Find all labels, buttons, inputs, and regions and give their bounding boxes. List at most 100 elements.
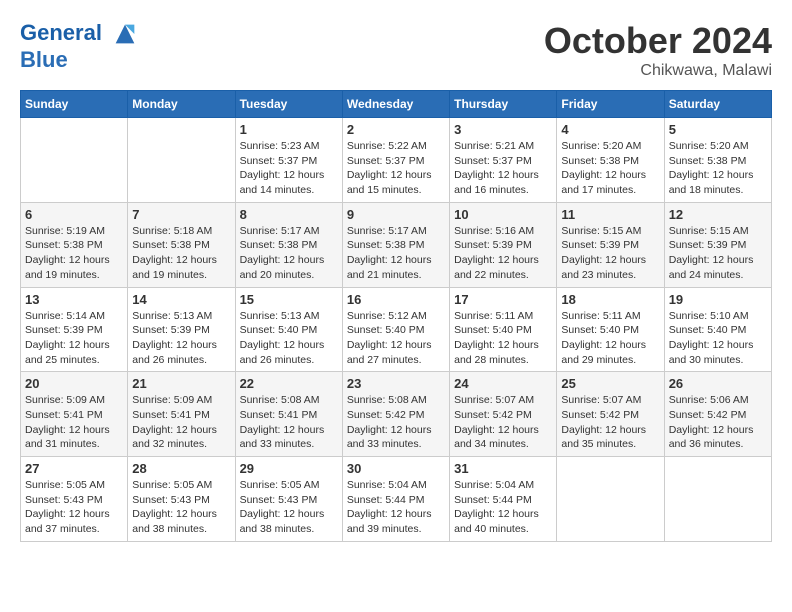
- day-number: 11: [561, 207, 659, 222]
- logo-general: General: [20, 20, 102, 45]
- calendar-cell: 24 Sunrise: 5:07 AM Sunset: 5:42 PM Dayli…: [450, 372, 557, 457]
- day-info: Sunrise: 5:10 AM Sunset: 5:40 PM Dayligh…: [669, 309, 767, 368]
- day-number: 3: [454, 122, 552, 137]
- calendar-cell: 26Sunrise: 5:06 AM Sunset: 5:42 PM Dayli…: [664, 372, 771, 457]
- weekday-header-friday: Friday: [557, 91, 664, 118]
- weekday-row: SundayMondayTuesdayWednesdayThursdayFrid…: [21, 91, 772, 118]
- day-info: Sunrise: 5:21 AM Sunset: 5:37 PM Dayligh…: [454, 139, 552, 198]
- day-number: 5: [669, 122, 767, 137]
- calendar-cell: 27 Sunrise: 5:05 AM Sunset: 5:43 PM Dayli…: [21, 457, 128, 542]
- weekday-header-sunday: Sunday: [21, 91, 128, 118]
- calendar-cell: 21Sunrise: 5:09 AM Sunset: 5:41 PM Dayli…: [128, 372, 235, 457]
- day-number: 2: [347, 122, 445, 137]
- day-info: Sunrise: 5:12 AM Sunset: 5:40 PM Dayligh…: [347, 309, 445, 368]
- day-number: 9: [347, 207, 445, 222]
- calendar-cell: 6 Sunrise: 5:19 AM Sunset: 5:38 PM Daylig…: [21, 202, 128, 287]
- day-number: 12: [669, 207, 767, 222]
- weekday-header-thursday: Thursday: [450, 91, 557, 118]
- weekday-header-tuesday: Tuesday: [235, 91, 342, 118]
- calendar-cell: [557, 457, 664, 542]
- calendar-cell: 11Sunrise: 5:15 AM Sunset: 5:39 PM Dayli…: [557, 202, 664, 287]
- calendar-cell: 18 Sunrise: 5:11 AM Sunset: 5:40 PM Dayli…: [557, 287, 664, 372]
- day-info: Sunrise: 5:17 AM Sunset: 5:38 PM Dayligh…: [347, 224, 445, 283]
- title-block: October 2024 Chikwawa, Malawi: [544, 20, 772, 80]
- calendar-cell: 15Sunrise: 5:13 AM Sunset: 5:40 PM Dayli…: [235, 287, 342, 372]
- calendar-cell: 28 Sunrise: 5:05 AM Sunset: 5:43 PM Dayli…: [128, 457, 235, 542]
- day-info: Sunrise: 5:04 AM Sunset: 5:44 PM Dayligh…: [454, 478, 552, 537]
- logo: General Blue: [20, 20, 139, 72]
- day-number: 17: [454, 292, 552, 307]
- day-number: 30: [347, 461, 445, 476]
- calendar-table: SundayMondayTuesdayWednesdayThursdayFrid…: [20, 90, 772, 542]
- day-info: Sunrise: 5:20 AM Sunset: 5:38 PM Dayligh…: [561, 139, 659, 198]
- day-info: Sunrise: 5:07 AM Sunset: 5:42 PM Dayligh…: [454, 393, 552, 452]
- day-info: Sunrise: 5:19 AM Sunset: 5:38 PM Dayligh…: [25, 224, 123, 283]
- day-info: Sunrise: 5:08 AM Sunset: 5:42 PM Dayligh…: [347, 393, 445, 452]
- logo-text: General: [20, 20, 139, 48]
- day-info: Sunrise: 5:20 AM Sunset: 5:38 PM Dayligh…: [669, 139, 767, 198]
- day-info: Sunrise: 5:17 AM Sunset: 5:38 PM Dayligh…: [240, 224, 338, 283]
- day-number: 31: [454, 461, 552, 476]
- day-info: Sunrise: 5:23 AM Sunset: 5:37 PM Dayligh…: [240, 139, 338, 198]
- day-number: 14: [132, 292, 230, 307]
- calendar-week-2: 6 Sunrise: 5:19 AM Sunset: 5:38 PM Daylig…: [21, 202, 772, 287]
- calendar-cell: 4 Sunrise: 5:20 AM Sunset: 5:38 PM Daylig…: [557, 118, 664, 203]
- calendar-cell: 23 Sunrise: 5:08 AM Sunset: 5:42 PM Dayli…: [342, 372, 449, 457]
- calendar-week-1: 1Sunrise: 5:23 AM Sunset: 5:37 PM Daylig…: [21, 118, 772, 203]
- day-number: 6: [25, 207, 123, 222]
- calendar-cell: 16 Sunrise: 5:12 AM Sunset: 5:40 PM Dayli…: [342, 287, 449, 372]
- calendar-cell: 14Sunrise: 5:13 AM Sunset: 5:39 PM Dayli…: [128, 287, 235, 372]
- calendar-cell: 31 Sunrise: 5:04 AM Sunset: 5:44 PM Dayli…: [450, 457, 557, 542]
- logo-blue: Blue: [20, 48, 139, 72]
- weekday-header-saturday: Saturday: [664, 91, 771, 118]
- day-info: Sunrise: 5:06 AM Sunset: 5:42 PM Dayligh…: [669, 393, 767, 452]
- day-number: 8: [240, 207, 338, 222]
- day-info: Sunrise: 5:05 AM Sunset: 5:43 PM Dayligh…: [132, 478, 230, 537]
- calendar-body: 1Sunrise: 5:23 AM Sunset: 5:37 PM Daylig…: [21, 118, 772, 542]
- day-number: 15: [240, 292, 338, 307]
- calendar-cell: 19 Sunrise: 5:10 AM Sunset: 5:40 PM Dayli…: [664, 287, 771, 372]
- day-number: 7: [132, 207, 230, 222]
- calendar-cell: 3 Sunrise: 5:21 AM Sunset: 5:37 PM Daylig…: [450, 118, 557, 203]
- calendar-cell: 10Sunrise: 5:16 AM Sunset: 5:39 PM Dayli…: [450, 202, 557, 287]
- calendar-cell: 13 Sunrise: 5:14 AM Sunset: 5:39 PM Dayli…: [21, 287, 128, 372]
- calendar-cell: 22 Sunrise: 5:08 AM Sunset: 5:41 PM Dayli…: [235, 372, 342, 457]
- day-number: 25: [561, 376, 659, 391]
- day-number: 28: [132, 461, 230, 476]
- calendar-cell: 17Sunrise: 5:11 AM Sunset: 5:40 PM Dayli…: [450, 287, 557, 372]
- day-info: Sunrise: 5:05 AM Sunset: 5:43 PM Dayligh…: [25, 478, 123, 537]
- calendar-cell: 9 Sunrise: 5:17 AM Sunset: 5:38 PM Daylig…: [342, 202, 449, 287]
- day-number: 21: [132, 376, 230, 391]
- weekday-header-monday: Monday: [128, 91, 235, 118]
- location: Chikwawa, Malawi: [544, 62, 772, 80]
- day-info: Sunrise: 5:05 AM Sunset: 5:43 PM Dayligh…: [240, 478, 338, 537]
- day-info: Sunrise: 5:15 AM Sunset: 5:39 PM Dayligh…: [669, 224, 767, 283]
- calendar-header: SundayMondayTuesdayWednesdayThursdayFrid…: [21, 91, 772, 118]
- weekday-header-wednesday: Wednesday: [342, 91, 449, 118]
- day-number: 24: [454, 376, 552, 391]
- day-info: Sunrise: 5:11 AM Sunset: 5:40 PM Dayligh…: [561, 309, 659, 368]
- day-number: 13: [25, 292, 123, 307]
- calendar-cell: 5 Sunrise: 5:20 AM Sunset: 5:38 PM Daylig…: [664, 118, 771, 203]
- day-number: 4: [561, 122, 659, 137]
- day-number: 22: [240, 376, 338, 391]
- day-number: 23: [347, 376, 445, 391]
- day-number: 19: [669, 292, 767, 307]
- calendar-week-5: 27 Sunrise: 5:05 AM Sunset: 5:43 PM Dayli…: [21, 457, 772, 542]
- calendar-cell: [128, 118, 235, 203]
- calendar-cell: 8 Sunrise: 5:17 AM Sunset: 5:38 PM Daylig…: [235, 202, 342, 287]
- day-number: 18: [561, 292, 659, 307]
- calendar-week-4: 20Sunrise: 5:09 AM Sunset: 5:41 PM Dayli…: [21, 372, 772, 457]
- day-number: 27: [25, 461, 123, 476]
- day-info: Sunrise: 5:18 AM Sunset: 5:38 PM Dayligh…: [132, 224, 230, 283]
- day-number: 29: [240, 461, 338, 476]
- day-number: 16: [347, 292, 445, 307]
- day-number: 20: [25, 376, 123, 391]
- calendar-cell: 25Sunrise: 5:07 AM Sunset: 5:42 PM Dayli…: [557, 372, 664, 457]
- day-info: Sunrise: 5:08 AM Sunset: 5:41 PM Dayligh…: [240, 393, 338, 452]
- calendar-cell: 7 Sunrise: 5:18 AM Sunset: 5:38 PM Daylig…: [128, 202, 235, 287]
- calendar-cell: [21, 118, 128, 203]
- calendar-week-3: 13 Sunrise: 5:14 AM Sunset: 5:39 PM Dayli…: [21, 287, 772, 372]
- calendar-cell: 12 Sunrise: 5:15 AM Sunset: 5:39 PM Dayli…: [664, 202, 771, 287]
- day-info: Sunrise: 5:14 AM Sunset: 5:39 PM Dayligh…: [25, 309, 123, 368]
